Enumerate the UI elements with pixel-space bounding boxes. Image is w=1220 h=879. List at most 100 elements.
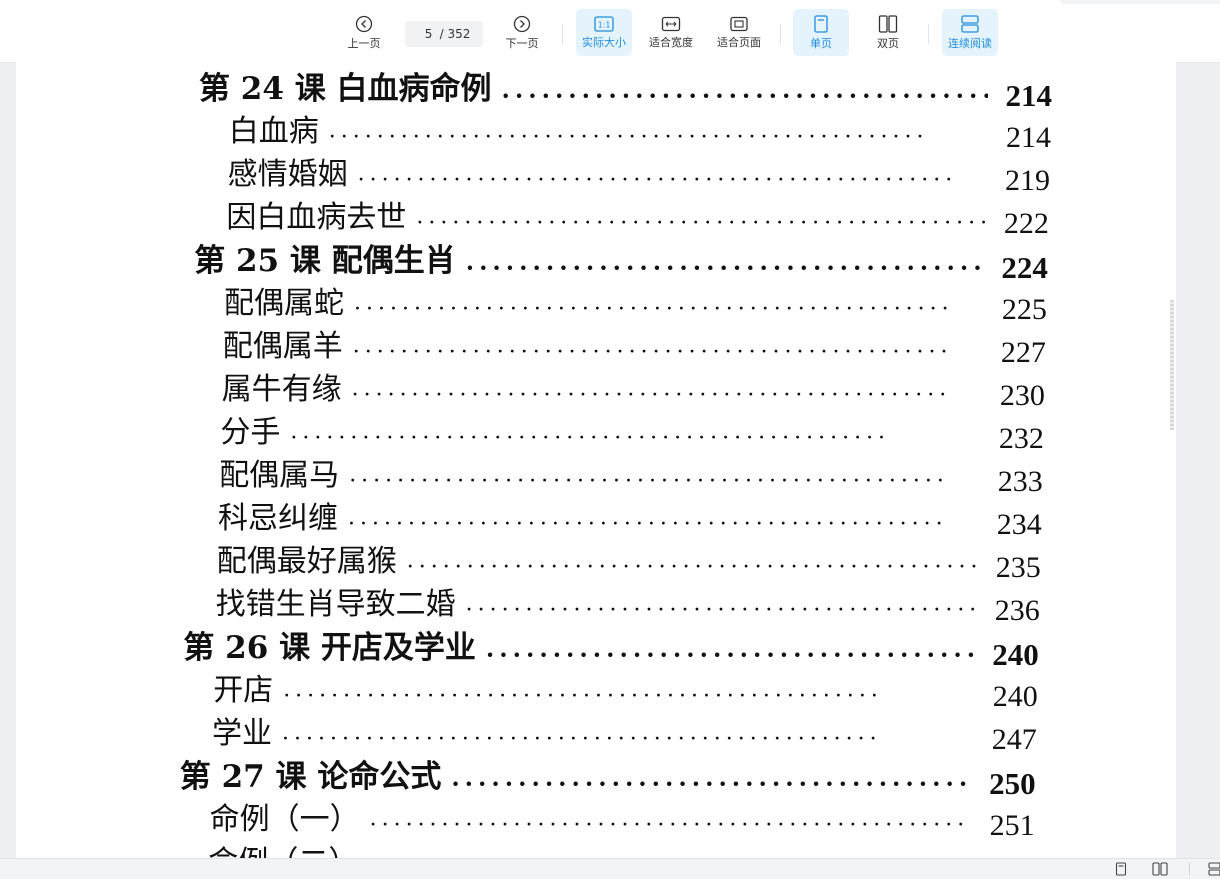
toc-entry[interactable]: 第 26 课 开店及学业 ····························… <box>183 630 1039 672</box>
toc-entry-page: 224 <box>1001 250 1048 285</box>
next-page-label: 下一页 <box>505 37 539 50</box>
toc-entry[interactable]: 学业 ······································… <box>212 719 1037 755</box>
toc-entry-title: 因白血病去世 <box>226 200 407 235</box>
actual-size-glyph: 1:1 <box>598 21 611 30</box>
toc-entry[interactable]: 科忌纠缠 ····································… <box>218 504 1042 540</box>
toc-leader-dots: ········································… <box>348 514 948 536</box>
toc-entry-title: 学业 <box>212 716 272 751</box>
toc-entry-page: 222 <box>1003 207 1049 240</box>
toc-leader-dots: ········································… <box>357 170 958 192</box>
toc-entry-page: 225 <box>1001 293 1047 326</box>
toc-entry-page: 214 <box>1005 78 1053 113</box>
toc-entry-page: 236 <box>994 594 1040 627</box>
continuous-view-icon[interactable] <box>1208 862 1220 876</box>
toc-entry-page: 240 <box>992 637 1039 672</box>
toc-entry[interactable]: 第 25 课 配偶生肖 ·····························… <box>194 243 1048 285</box>
actual-size-button[interactable]: 1:1 实际大小 <box>576 9 632 56</box>
toc-leader-dots: ········································… <box>369 815 970 837</box>
toolbar-corner <box>1060 0 1220 4</box>
toc-entry-title: 科忌纠缠 <box>218 501 338 536</box>
fit-width-button[interactable]: 适合宽度 <box>643 9 699 56</box>
toc-entry[interactable]: 找错生肖导致二婚 ································… <box>216 590 1040 626</box>
toc-leader-dots: ········································… <box>290 428 891 450</box>
toc-entry[interactable]: 第 27 课 论命公式 ·····························… <box>179 759 1036 800</box>
toc-entry-title: 命例（二） <box>208 848 358 859</box>
double-page-label: 双页 <box>877 37 899 50</box>
fit-page-button[interactable]: 适合页面 <box>711 9 767 56</box>
toc-entry-page: 233 <box>997 465 1043 498</box>
page-indicator: / 352 <box>405 21 483 47</box>
status-divider <box>1189 863 1190 875</box>
single-page-button[interactable]: 单页 <box>793 9 849 56</box>
single-page-view-icon[interactable] <box>1114 862 1128 876</box>
toc-entry[interactable]: 配偶属蛇 ····································… <box>224 289 1047 325</box>
toc-entry-title: 分手 <box>220 415 281 450</box>
toc-entry[interactable]: 因白血病去世 ··································… <box>226 203 1049 239</box>
next-page-button[interactable]: 下一页 <box>496 9 548 56</box>
chevron-right-circle-icon <box>513 15 531 33</box>
toc-entry-title: 第 26 课 开店及学业 <box>183 630 476 666</box>
double-page-icon <box>878 15 898 33</box>
continuous-reading-label: 连续阅读 <box>948 37 992 50</box>
toc-entry[interactable]: 命例（二）···································… <box>208 848 1033 859</box>
prev-page-label: 上一页 <box>347 37 381 50</box>
prev-page-button[interactable]: 上一页 <box>338 9 390 56</box>
toc-leader-dots: ········································… <box>406 557 978 579</box>
toc-entry-title: 开店 <box>213 673 274 708</box>
toc-entry-title: 找错生肖导致二婚 <box>215 587 456 622</box>
toc-leader-dots: ········································… <box>485 643 975 667</box>
toc-leader-dots: ········································… <box>465 256 984 280</box>
toc-entry-page: 214 <box>1005 121 1051 154</box>
toc-entry-page: 240 <box>992 680 1038 713</box>
toc-leader-dots: ········································… <box>501 84 988 108</box>
fit-width-label: 适合宽度 <box>649 36 693 49</box>
continuous-scroll-icon <box>961 15 979 33</box>
toc-entry-page: 234 <box>996 508 1042 541</box>
toc-entry-title: 配偶最好属猴 <box>216 544 397 579</box>
toc-entry-title: 第 24 课 白血病命例 <box>199 71 492 107</box>
toc-entry-page: 235 <box>995 551 1041 584</box>
toc-entry-page: 227 <box>1000 336 1046 369</box>
toolbar-divider <box>562 24 563 44</box>
single-page-icon <box>814 15 828 33</box>
toc-entry-page: 251 <box>989 809 1035 842</box>
toc-entry[interactable]: 白血病 ·····································… <box>229 117 1051 153</box>
double-page-button[interactable]: 双页 <box>860 9 916 56</box>
page-number-input[interactable] <box>417 27 440 41</box>
status-bar <box>0 858 1220 879</box>
toc-entry[interactable]: 命例（一） ···································… <box>210 805 1035 841</box>
double-page-view-icon[interactable] <box>1152 862 1168 876</box>
toc-entry-title: 配偶属羊 <box>222 329 343 364</box>
fit-page-icon <box>730 16 748 32</box>
toc-entry-title: 白血病 <box>228 114 319 149</box>
toc-entry[interactable]: 配偶属羊 ····································… <box>223 332 1046 368</box>
toc-entry[interactable]: 配偶属马 ····································… <box>219 461 1043 497</box>
toc-entry[interactable]: 分手 ······································… <box>220 418 1043 454</box>
actual-size-label: 实际大小 <box>582 36 626 49</box>
viewer-toolbar: 上一页 / 352 下一页 1:1 实际大小 适合宽度 适合页面 <box>0 0 1220 63</box>
toc-entry[interactable]: 配偶最好属猴 ··································… <box>217 547 1041 583</box>
toc-entry[interactable]: 第 24 课 白血病命例 ····························… <box>199 71 1053 113</box>
toc-entry[interactable]: 属牛有缘 ····································… <box>222 375 1045 411</box>
document-page: 第 24 课 白血病命例 ····························… <box>16 62 1176 858</box>
toolbar-divider <box>928 24 929 44</box>
toc-leader-dots: ········································… <box>354 299 954 321</box>
fit-page-label: 适合页面 <box>717 36 761 49</box>
toc-leader-dots: ········································… <box>351 385 952 407</box>
toc-entry[interactable]: 开店 ······································… <box>213 676 1038 712</box>
continuous-reading-button[interactable]: 连续阅读 <box>942 9 998 56</box>
toc-entry-page: 230 <box>999 379 1045 412</box>
actual-size-icon: 1:1 <box>594 16 614 32</box>
toc-entry-title: 第 27 课 论命公式 <box>179 759 442 795</box>
toc-entry[interactable]: 感情婚姻 ····································… <box>228 160 1050 196</box>
toolbar-divider <box>780 24 781 44</box>
chevron-left-circle-icon <box>355 15 373 33</box>
toc-entry-page: 247 <box>991 723 1037 756</box>
toc-entry-title: 感情婚姻 <box>227 157 348 192</box>
toc-leader-dots: ········································… <box>328 127 929 149</box>
toc-entry-page: 232 <box>998 422 1044 455</box>
toc-entry-title: 第 25 课 配偶生肖 <box>194 243 456 279</box>
toc-leader-dots: ········································… <box>352 342 953 364</box>
toc-entry-page: 219 <box>1004 164 1050 197</box>
toc-leader-dots: ········································… <box>282 729 882 751</box>
